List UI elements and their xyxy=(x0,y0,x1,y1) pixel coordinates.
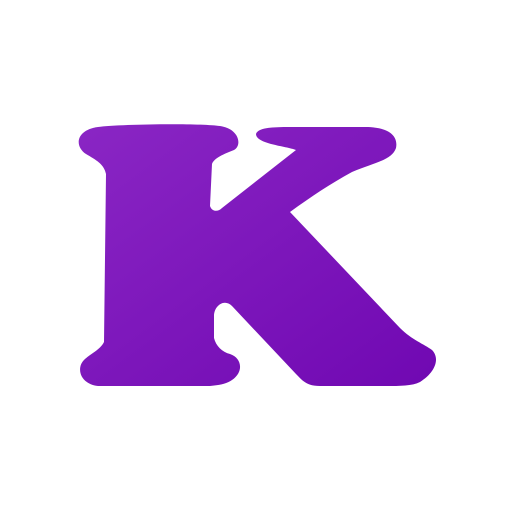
logo-canvas: K xyxy=(0,0,512,512)
letter-k-logo-icon xyxy=(78,124,437,387)
letter-k-shape xyxy=(78,124,437,387)
